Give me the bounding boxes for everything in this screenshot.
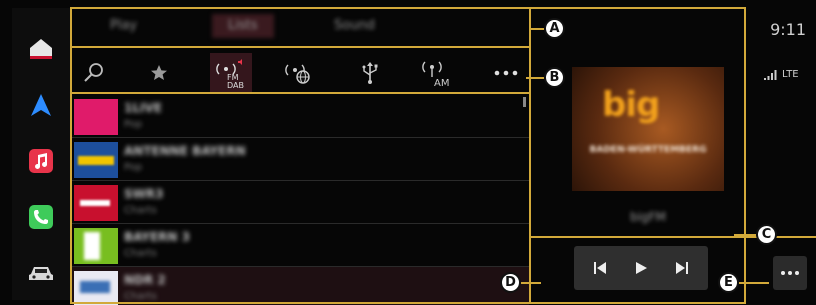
- app-bar: [12, 8, 70, 300]
- callout-e: E: [718, 272, 739, 293]
- callout-c: C: [756, 224, 777, 245]
- callout-leader: [739, 282, 769, 284]
- annotation-divider: [529, 7, 531, 304]
- music-button[interactable]: [22, 144, 60, 178]
- annotation-divider: [70, 46, 530, 48]
- signal-bars-icon: [764, 70, 777, 80]
- car-icon: [29, 267, 53, 280]
- annotation-divider: [70, 92, 530, 94]
- callout-b: B: [544, 67, 565, 88]
- phone-icon: [29, 205, 53, 229]
- options-button[interactable]: [773, 256, 807, 290]
- network-type: LTE: [782, 69, 799, 80]
- navigation-icon: [31, 94, 51, 116]
- infotainment-screen: Play Lists Sound FM DAB AM 1LIVE Pop ANT…: [0, 0, 816, 305]
- callout-d: D: [500, 272, 521, 293]
- callout-leader: [526, 77, 544, 79]
- callout-leader: [734, 234, 756, 236]
- music-icon: [29, 149, 53, 173]
- more-icon: [781, 271, 799, 275]
- navigation-button[interactable]: [22, 88, 60, 122]
- home-button[interactable]: [22, 32, 60, 66]
- phone-button[interactable]: [22, 200, 60, 234]
- callout-leader: [530, 28, 544, 30]
- callout-a: A: [544, 18, 565, 39]
- signal-indicator: LTE: [764, 70, 799, 80]
- annotation-frame: [70, 7, 746, 304]
- callout-leader: [521, 282, 541, 284]
- clock: 9:11: [770, 20, 806, 39]
- car-button[interactable]: [22, 256, 60, 290]
- home-icon: [30, 39, 52, 59]
